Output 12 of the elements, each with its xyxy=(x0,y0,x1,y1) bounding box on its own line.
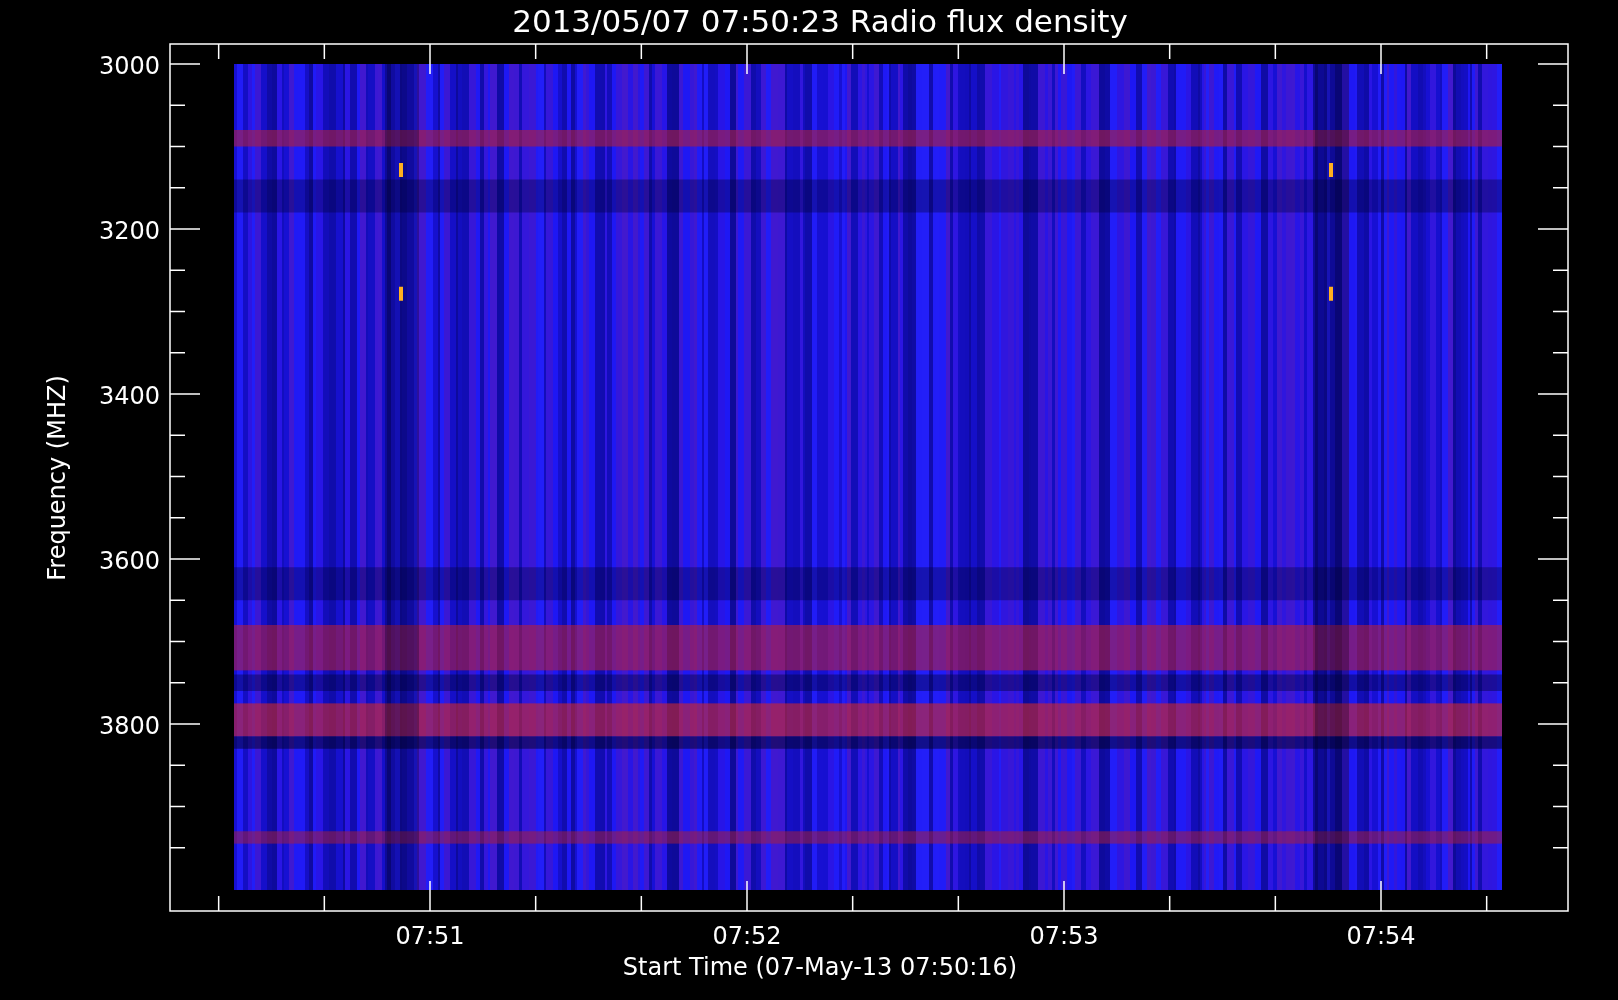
tick-label: 07:54 xyxy=(1346,922,1416,950)
x-axis-label: Start Time (07-May-13 07:50:16) xyxy=(622,953,1018,981)
y-axis-label: Frequency (MHZ) xyxy=(43,375,71,581)
tick-label: 3400 xyxy=(98,382,160,410)
chart-title: 2013/05/07 07:50:23 Radio flux density xyxy=(512,3,1128,39)
tick-label: 07:51 xyxy=(395,922,465,950)
tick-label: 3200 xyxy=(98,217,160,245)
tick-label: 3800 xyxy=(98,712,160,740)
tick-label: 3600 xyxy=(98,547,160,575)
tick-label: 3000 xyxy=(98,52,160,80)
tick-label: 07:52 xyxy=(712,922,782,950)
tick-label: 07:53 xyxy=(1029,922,1099,950)
